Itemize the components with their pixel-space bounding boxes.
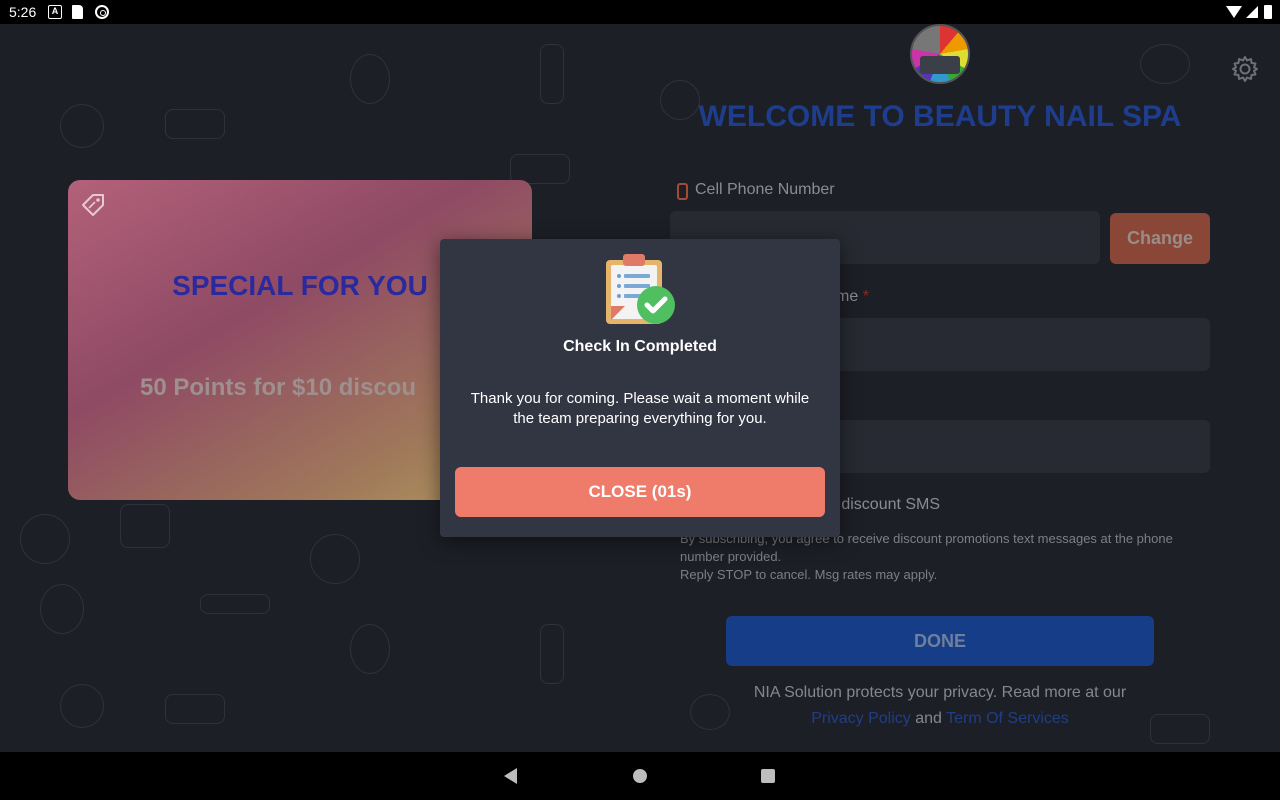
wifi-icon <box>1226 6 1242 18</box>
phone-label: Cell Phone Number <box>695 181 835 198</box>
status-bar: 5:26 A <box>0 0 1280 24</box>
promo-text: 50 Points for $10 discou <box>140 374 417 401</box>
checkin-completed-dialog: Check In Completed Thank you for coming.… <box>440 239 840 537</box>
privacy-policy-link[interactable]: Privacy Policy <box>811 710 911 727</box>
background-doodle <box>540 44 564 104</box>
navigation-bar <box>0 752 1280 800</box>
dialog-title: Check In Completed <box>563 338 717 355</box>
background-doodle <box>165 109 225 139</box>
salon-logo <box>910 24 970 84</box>
app-a-icon: A <box>48 5 62 19</box>
close-button[interactable]: CLOSE (01s) <box>455 467 825 517</box>
background-doodle <box>20 514 70 564</box>
background-doodle <box>40 584 84 634</box>
change-button[interactable]: Change <box>1110 213 1210 264</box>
done-button[interactable]: DONE <box>726 616 1154 666</box>
status-time: 5:26 <box>9 4 37 20</box>
signal-icon <box>1246 6 1258 18</box>
sync-icon <box>95 5 109 19</box>
dialog-message: Thank you for coming. Please wait a mome… <box>470 390 810 427</box>
welcome-heading: WELCOME TO BEAUTY NAIL SPA <box>698 100 1182 133</box>
gear-icon[interactable] <box>1230 54 1260 84</box>
clipboard-check-icon <box>606 254 675 324</box>
sd-card-icon <box>72 5 83 19</box>
discount-tag-icon <box>82 194 104 216</box>
battery-icon <box>1264 5 1272 19</box>
sms-opt-in-label[interactable]: e discount SMS <box>828 496 940 514</box>
background-doodle <box>60 104 104 148</box>
background-doodle <box>60 684 104 728</box>
recents-icon[interactable] <box>761 769 775 783</box>
phone-icon <box>677 183 688 200</box>
home-icon[interactable] <box>633 769 647 783</box>
background-doodle <box>120 504 170 548</box>
background-doodle <box>200 594 270 614</box>
sms-terms-text: By subscribing, you agree to receive dis… <box>680 531 1173 582</box>
background-doodle <box>350 54 390 104</box>
terms-of-service-link[interactable]: Term Of Services <box>946 710 1069 727</box>
name-label: me * <box>836 288 869 305</box>
background-doodle <box>1140 44 1190 84</box>
back-icon[interactable] <box>504 768 517 784</box>
background-doodle <box>350 624 390 674</box>
background-doodle <box>310 534 360 584</box>
privacy-notice: NIA Solution protects your privacy. Read… <box>753 684 1127 727</box>
background-doodle <box>540 624 564 684</box>
background-doodle <box>165 694 225 724</box>
